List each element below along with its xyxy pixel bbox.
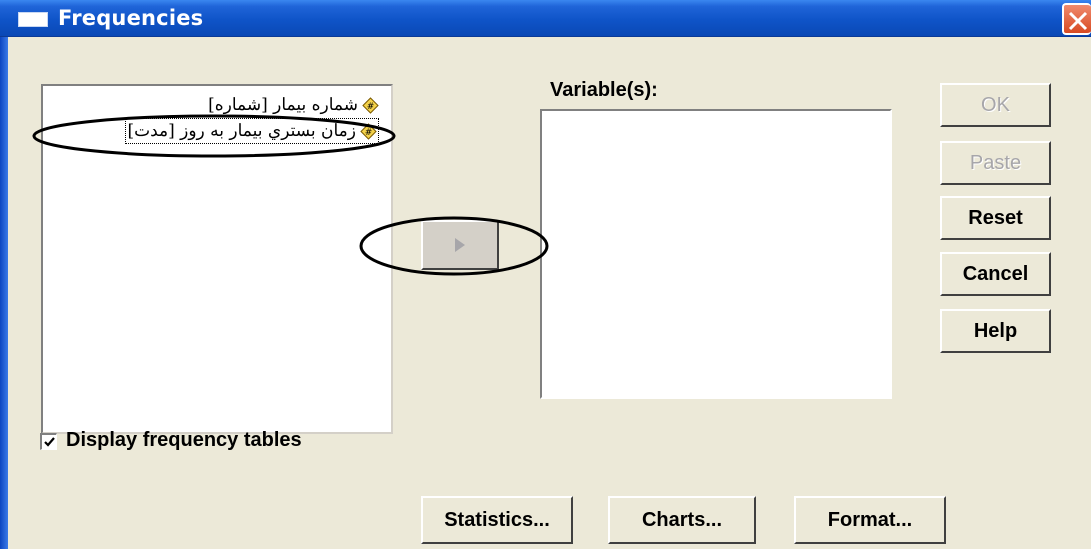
close-button[interactable] — [1062, 3, 1091, 35]
paste-button[interactable]: Paste — [940, 141, 1051, 185]
list-item-label: شماره بیمار [شماره] — [208, 95, 358, 115]
move-variable-button[interactable] — [421, 220, 499, 270]
checkmark-icon — [44, 437, 55, 447]
close-icon — [1068, 11, 1088, 31]
title-bar: Frequencies — [0, 0, 1091, 37]
target-variable-list[interactable] — [540, 109, 892, 399]
format-button[interactable]: Format... — [794, 496, 946, 544]
display-frequency-checkbox[interactable] — [40, 433, 57, 450]
list-item[interactable]: # شماره بیمار [شماره] — [208, 92, 379, 118]
window-frame — [0, 37, 8, 549]
svg-text:#: # — [367, 102, 375, 112]
scale-variable-icon: # — [362, 96, 379, 114]
charts-button[interactable]: Charts... — [608, 496, 756, 544]
window-icon — [18, 12, 48, 27]
variables-label: Variable(s): — [550, 79, 658, 101]
display-frequency-label: Display frequency tables — [66, 429, 302, 451]
ok-button[interactable]: OK — [940, 83, 1051, 127]
right-arrow-icon — [455, 238, 465, 252]
dialog-body: # شماره بیمار [شماره] # زمان بستري بيمار… — [8, 37, 1091, 549]
help-button[interactable]: Help — [940, 309, 1051, 353]
source-variable-list[interactable]: # شماره بیمار [شماره] # زمان بستري بيمار… — [41, 84, 393, 434]
list-item[interactable]: # زمان بستري بيمار به روز [مدت] — [125, 118, 379, 144]
window-title: Frequencies — [58, 6, 204, 30]
list-item-label: زمان بستري بيمار به روز [مدت] — [127, 121, 356, 141]
cancel-button[interactable]: Cancel — [940, 252, 1051, 296]
statistics-button[interactable]: Statistics... — [421, 496, 573, 544]
svg-text:#: # — [365, 128, 373, 138]
reset-button[interactable]: Reset — [940, 196, 1051, 240]
scale-variable-icon: # — [360, 122, 377, 140]
